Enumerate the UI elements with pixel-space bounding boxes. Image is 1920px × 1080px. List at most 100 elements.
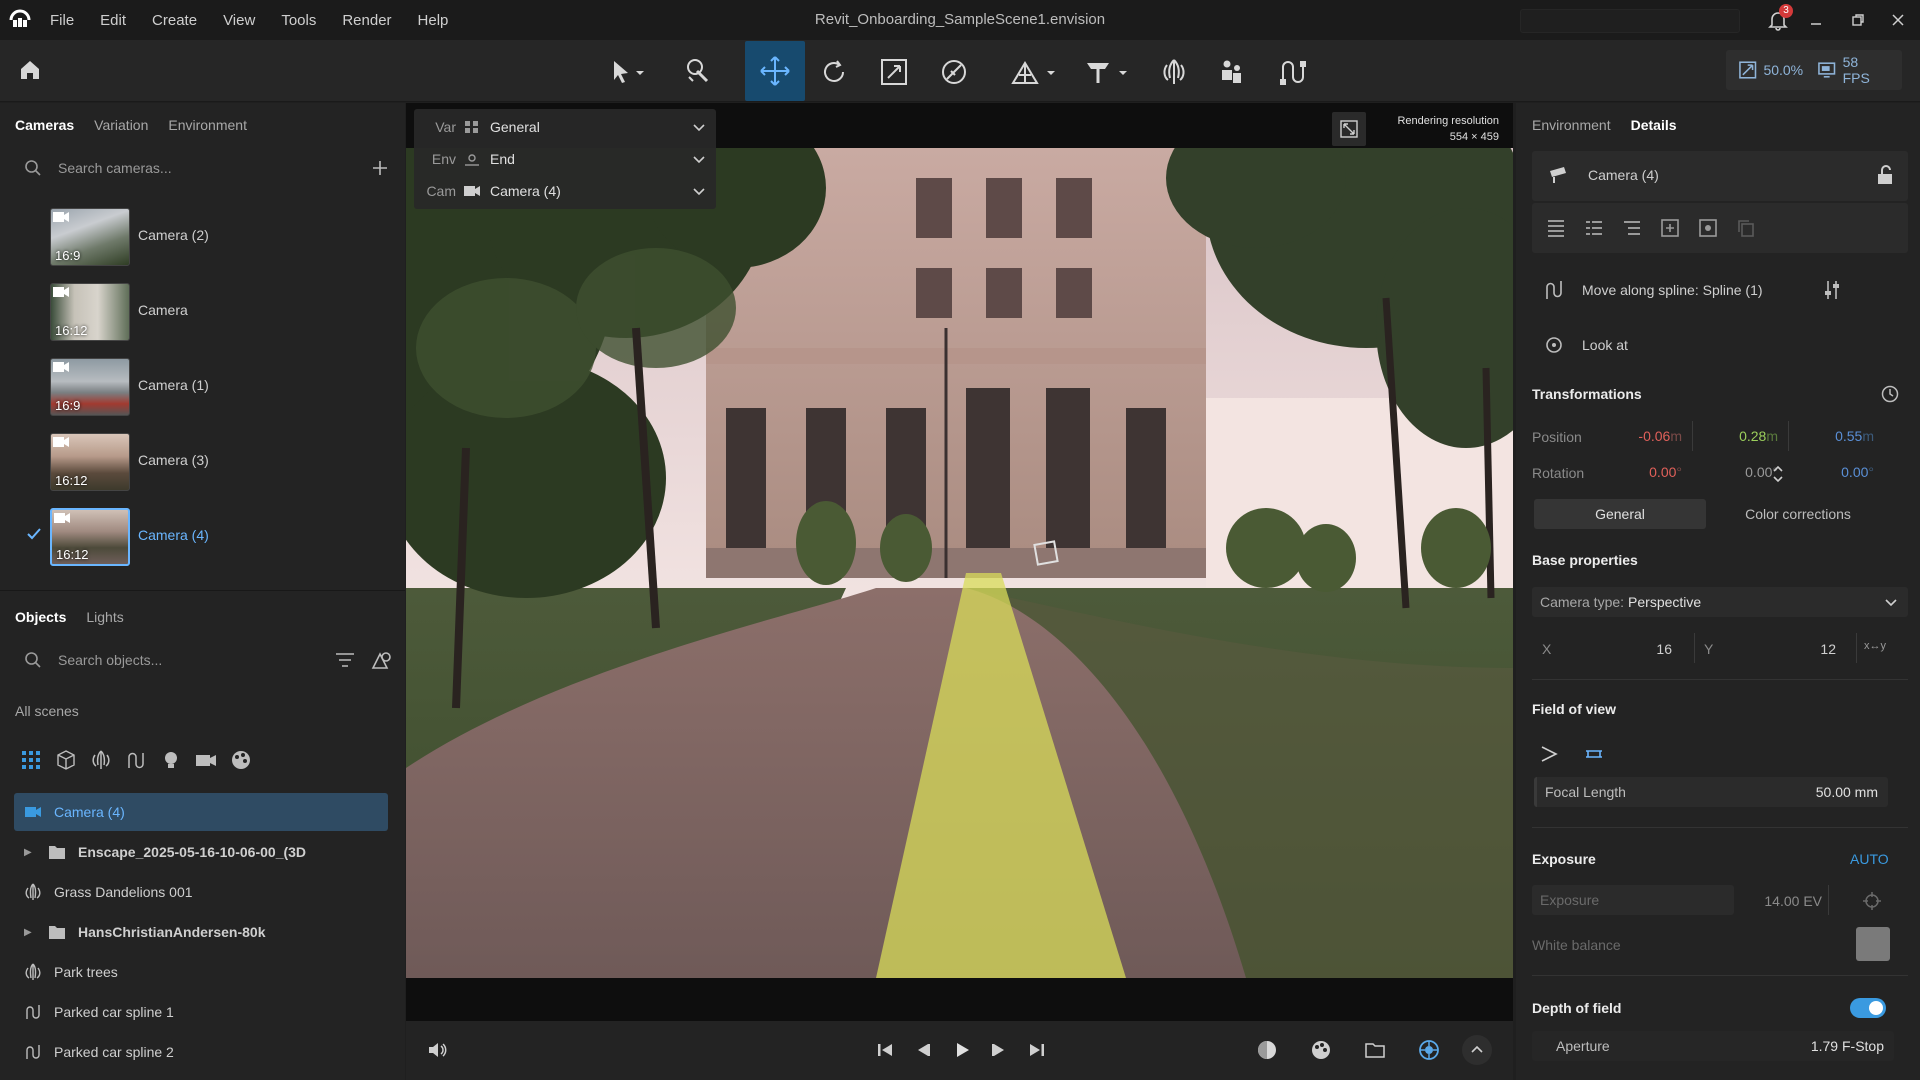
restore-icon[interactable] xyxy=(1846,8,1870,32)
cube-icon[interactable] xyxy=(55,749,77,771)
menu-create[interactable]: Create xyxy=(152,12,197,29)
minimize-icon[interactable] xyxy=(1804,8,1828,32)
menu-tools[interactable]: Tools xyxy=(281,12,316,29)
step-back-icon[interactable] xyxy=(912,1039,934,1061)
render-settings-icon[interactable] xyxy=(1418,1039,1440,1061)
spline-binding-row[interactable]: Move along spline: Spline (1) xyxy=(1532,265,1908,317)
play-icon[interactable] xyxy=(951,1039,973,1061)
camera-selector[interactable]: Cam Camera (4) xyxy=(414,175,716,207)
app-logo-icon[interactable] xyxy=(8,9,32,31)
tab-environment[interactable]: Environment xyxy=(168,117,247,133)
object-search-input[interactable]: Search objects... xyxy=(58,652,162,668)
material-sphere-icon[interactable] xyxy=(1256,1039,1278,1061)
3d-viewport[interactable]: Var General Env End Cam Camera (4) Rende… xyxy=(406,103,1513,1021)
object-item[interactable]: ▶ HansChristianAndersen-80k xyxy=(14,913,388,951)
rendered-scene[interactable] xyxy=(406,148,1513,978)
add-modifier-icon[interactable] xyxy=(1660,218,1680,238)
object-item[interactable]: Grass Dandelions 001 xyxy=(14,873,388,911)
add-camera-icon[interactable] xyxy=(372,160,388,176)
expand-timeline-button[interactable] xyxy=(1462,1035,1492,1065)
close-icon[interactable] xyxy=(1886,8,1910,32)
camera-item[interactable]: 16:12 Camera (3) xyxy=(0,429,405,495)
focal-length-field[interactable]: Focal Length 50.00 mm xyxy=(1534,777,1888,807)
all-objects-icon[interactable] xyxy=(20,749,42,771)
camera-item[interactable]: 16:9 Camera (2) xyxy=(0,204,405,270)
depth-of-field-toggle[interactable] xyxy=(1850,998,1886,1018)
spline-tool-button[interactable] xyxy=(1270,50,1314,94)
tab-variation[interactable]: Variation xyxy=(94,117,148,133)
folder-icon[interactable] xyxy=(1364,1039,1386,1061)
rotation-z-field[interactable]: 0.00° xyxy=(1798,457,1874,487)
variation-selector[interactable]: Var General xyxy=(414,111,716,143)
list-compact-icon[interactable] xyxy=(1584,218,1604,238)
settings-box-icon[interactable] xyxy=(1698,218,1718,238)
tab-lights[interactable]: Lights xyxy=(86,609,123,625)
camera-item[interactable]: 16:9 Camera (1) xyxy=(0,354,405,420)
expand-arrow-icon[interactable]: ▶ xyxy=(24,927,38,938)
swap-aspect-button[interactable]: x↔y xyxy=(1864,640,1886,652)
move-tool-button[interactable] xyxy=(745,41,805,101)
position-z-field[interactable]: 0.55m xyxy=(1798,421,1874,451)
focal-length-icon[interactable] xyxy=(1584,745,1604,763)
value-stepper-icon[interactable] xyxy=(1771,463,1785,485)
adjust-sliders-icon[interactable] xyxy=(1822,279,1842,301)
filter-icon[interactable] xyxy=(334,650,356,670)
menu-edit[interactable]: Edit xyxy=(100,12,126,29)
tab-color-corrections[interactable]: Color corrections xyxy=(1708,499,1888,529)
tab-details[interactable]: Details xyxy=(1631,117,1677,133)
object-item[interactable]: Parked car spline 1 xyxy=(14,993,388,1031)
skip-to-start-icon[interactable] xyxy=(874,1039,896,1061)
rotate-tool-button[interactable] xyxy=(812,50,856,94)
title-search-field[interactable] xyxy=(1520,9,1740,33)
position-x-field[interactable]: -0.06m xyxy=(1606,421,1682,451)
camera-search[interactable]: Search cameras... xyxy=(14,152,394,184)
object-item[interactable]: ▶ Enscape_2025-05-16-10-06-00_(3D xyxy=(14,833,388,871)
camera-item-selected[interactable]: 16:12 Camera (4) xyxy=(0,504,405,570)
notifications-button[interactable]: 3 xyxy=(1766,4,1793,32)
aspect-x-value[interactable]: 16 xyxy=(1642,641,1672,657)
vegetation-tool-button[interactable] xyxy=(1152,50,1196,94)
paint-tool-button[interactable] xyxy=(676,50,720,94)
fullscreen-button[interactable] xyxy=(1332,112,1366,146)
home-icon[interactable] xyxy=(16,56,44,84)
menu-render[interactable]: Render xyxy=(342,12,391,29)
object-item[interactable]: Park trees xyxy=(14,953,388,991)
people-tool-button[interactable] xyxy=(1210,50,1254,94)
place-asset-button[interactable] xyxy=(1080,50,1136,94)
performance-indicator[interactable]: 50.0% 58 FPS xyxy=(1726,50,1902,90)
menu-view[interactable]: View xyxy=(223,12,255,29)
palette-icon[interactable] xyxy=(1310,1039,1332,1061)
exposure-picker-icon[interactable] xyxy=(1862,891,1882,911)
unlock-icon[interactable] xyxy=(1876,165,1894,185)
tab-objects[interactable]: Objects xyxy=(15,609,66,625)
menu-help[interactable]: Help xyxy=(418,12,449,29)
exposure-auto-button[interactable]: AUTO xyxy=(1850,851,1889,867)
list-view-icon[interactable] xyxy=(1546,218,1566,238)
object-item-selected[interactable]: Camera (4) xyxy=(14,793,388,831)
rotation-y-field[interactable]: 0.00° xyxy=(1702,457,1778,487)
tab-cameras[interactable]: Cameras xyxy=(15,117,74,133)
position-y-field[interactable]: 0.28m xyxy=(1702,421,1778,451)
select-tool-button[interactable] xyxy=(606,50,650,94)
rotation-x-field[interactable]: 0.00° xyxy=(1606,457,1682,487)
skip-to-end-icon[interactable] xyxy=(1026,1039,1048,1061)
exposure-field[interactable]: Exposure xyxy=(1532,885,1734,915)
tab-general[interactable]: General xyxy=(1534,499,1706,529)
white-balance-swatch[interactable] xyxy=(1856,927,1890,961)
object-item[interactable]: Parked car spline 2 xyxy=(14,1033,388,1071)
copy-icon[interactable] xyxy=(1736,218,1756,238)
fov-angle-icon[interactable] xyxy=(1540,745,1558,763)
surface-tool-button[interactable] xyxy=(1006,50,1062,94)
aspect-y-value[interactable]: 12 xyxy=(1806,641,1836,657)
material-icon[interactable] xyxy=(230,749,252,771)
shapes-filter-icon[interactable] xyxy=(370,649,392,671)
spline-icon[interactable] xyxy=(125,749,147,771)
scale-tool-button[interactable] xyxy=(872,50,916,94)
environment-selector[interactable]: Env End xyxy=(414,143,716,175)
look-at-row[interactable]: Look at xyxy=(1532,323,1908,367)
volume-icon[interactable] xyxy=(426,1039,448,1061)
step-forward-icon[interactable] xyxy=(988,1039,1010,1061)
tab-environment[interactable]: Environment xyxy=(1532,117,1611,133)
camera-item[interactable]: 16:12 Camera xyxy=(0,279,405,345)
vegetation-icon[interactable] xyxy=(90,749,112,771)
